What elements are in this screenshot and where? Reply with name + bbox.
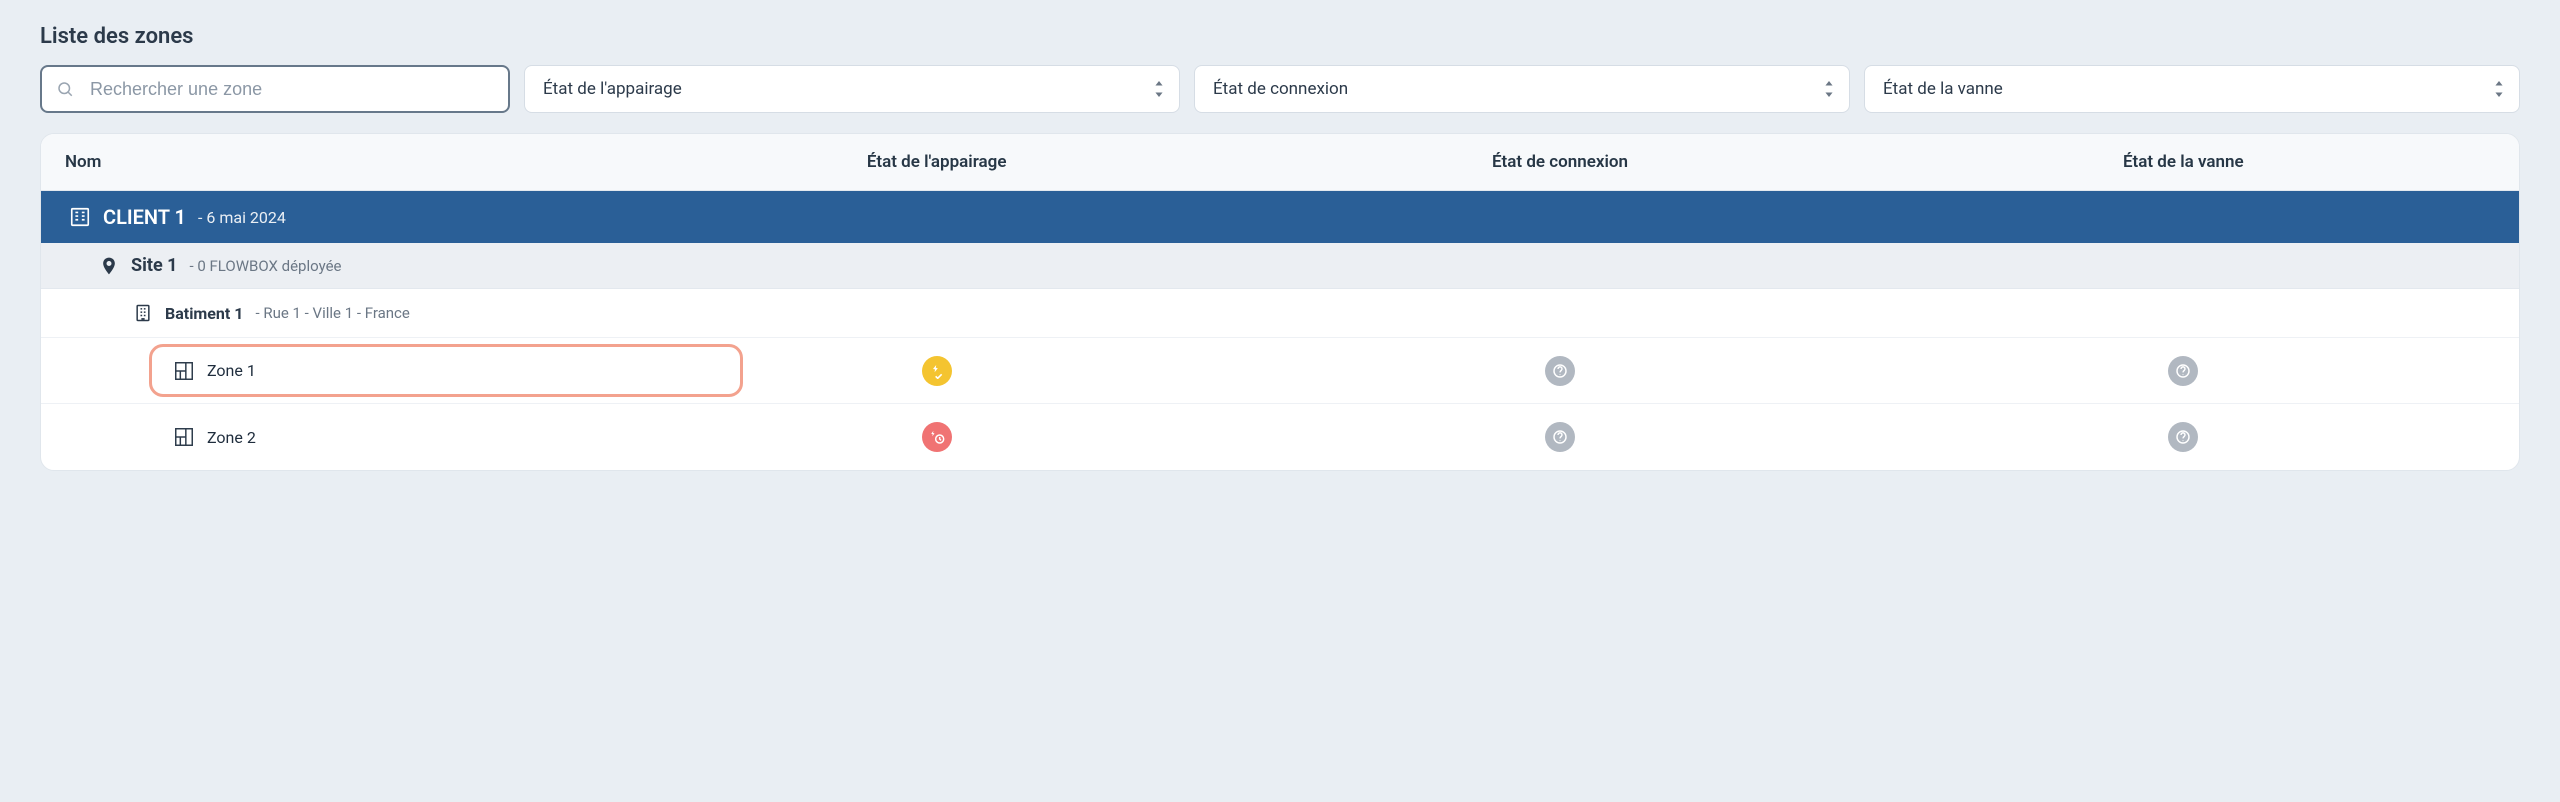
connection-cell — [1248, 422, 1871, 452]
pairing-pending-icon — [922, 422, 952, 452]
pairing-in-progress-icon — [922, 356, 952, 386]
filter-connection[interactable]: État de connexion — [1194, 65, 1850, 113]
enterprise-icon — [69, 206, 91, 228]
filter-connection-label: État de connexion — [1213, 79, 1348, 99]
table-header: Nom État de l'appairage État de connexio… — [41, 134, 2519, 191]
building-meta: - Rue 1 - Ville 1 - France — [255, 304, 409, 322]
client-meta: - 6 mai 2024 — [198, 208, 286, 227]
pairing-cell — [625, 356, 1248, 386]
unknown-status-icon — [1545, 422, 1575, 452]
building-row[interactable]: Batiment 1 - Rue 1 - Ville 1 - France — [41, 289, 2519, 338]
building-icon — [133, 303, 153, 323]
col-valve: État de la vanne — [1872, 152, 2495, 172]
zone-name-cell: Zone 2 — [65, 426, 625, 448]
site-name: Site 1 — [131, 255, 177, 276]
site-meta: - 0 FLOWBOX déployée — [189, 257, 341, 275]
valve-cell — [1872, 356, 2495, 386]
chevron-sort-icon — [1823, 81, 1835, 97]
client-name: CLIENT 1 — [103, 205, 186, 229]
site-row[interactable]: Site 1 - 0 FLOWBOX déployée — [41, 243, 2519, 289]
zone-name-cell: Zone 1 — [65, 360, 625, 382]
zone-name: Zone 2 — [207, 428, 256, 447]
unknown-status-icon — [1545, 356, 1575, 386]
filter-valve-label: État de la vanne — [1883, 79, 2003, 99]
col-pairing: État de l'appairage — [625, 152, 1248, 172]
filter-pairing-label: État de l'appairage — [543, 79, 682, 99]
building-name: Batiment 1 — [165, 304, 243, 323]
search-wrap — [40, 65, 510, 113]
col-name: Nom — [65, 152, 625, 172]
filter-valve[interactable]: État de la vanne — [1864, 65, 2520, 113]
search-input[interactable] — [40, 65, 510, 113]
chevron-sort-icon — [2493, 81, 2505, 97]
search-icon — [56, 80, 74, 98]
chevron-sort-icon — [1153, 81, 1165, 97]
client-row[interactable]: CLIENT 1 - 6 mai 2024 — [41, 191, 2519, 243]
location-pin-icon — [99, 256, 119, 276]
unknown-status-icon — [2168, 356, 2198, 386]
filter-pairing[interactable]: État de l'appairage — [524, 65, 1180, 113]
zone-icon — [173, 426, 195, 448]
connection-cell — [1248, 356, 1871, 386]
page-title: Liste des zones — [40, 24, 2520, 49]
zone-name: Zone 1 — [207, 361, 256, 380]
unknown-status-icon — [2168, 422, 2198, 452]
col-connection: État de connexion — [1248, 152, 1871, 172]
zone-icon — [173, 360, 195, 382]
zone-row[interactable]: Zone 2 — [41, 404, 2519, 470]
valve-cell — [1872, 422, 2495, 452]
filters-bar: État de l'appairage État de connexion Ét… — [40, 65, 2520, 113]
zones-table: Nom État de l'appairage État de connexio… — [40, 133, 2520, 471]
pairing-cell — [625, 422, 1248, 452]
zone-row[interactable]: Zone 1 — [41, 338, 2519, 404]
